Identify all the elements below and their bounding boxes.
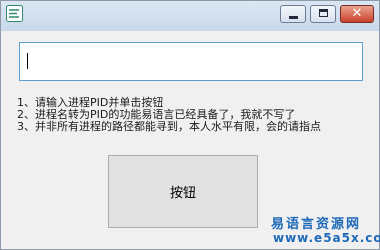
watermark-logo: 易语言资源网 [271,217,362,232]
instruction-line: 3、并非所有进程的路径都能寻到，本人水平有限，会的请指点 [17,120,321,133]
instructions: 1、请输入进程PID并单击按钮 2、进程名转为PID的功能易语言已经具备了，我就… [17,97,321,133]
app-icon [6,5,23,22]
action-button[interactable]: 按钮 [108,155,258,228]
minimize-icon [289,16,298,19]
close-button[interactable]: ✕ [340,5,374,23]
text-caret [27,53,28,69]
app-window: ✕ 1、请输入进程PID并单击按钮 2、进程名转为PID的功能易语言已经具备了，… [0,0,380,250]
maximize-button[interactable] [310,5,336,23]
title-bar[interactable]: ✕ [1,1,379,31]
pid-input[interactable] [19,42,363,81]
close-icon: ✕ [351,6,363,21]
minimize-button[interactable] [280,5,306,23]
maximize-icon [319,9,328,17]
watermark-url: www.e5a5x.com [273,231,380,245]
